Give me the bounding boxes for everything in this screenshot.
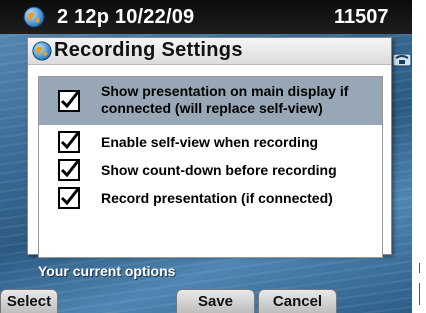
margin-tick: [419, 263, 420, 273]
phone-icon: [392, 53, 412, 67]
checkmark-icon[interactable]: [58, 90, 80, 112]
phone-screen: 2 12p 10/22/09 11507 Recording Settings: [0, 0, 412, 313]
options-list: Show presentation on main display if con…: [38, 76, 383, 258]
recording-settings-dialog: Recording Settings Show presentation on …: [27, 37, 392, 258]
option-label-line: Show presentation on main display if: [101, 83, 349, 99]
option-show-presentation[interactable]: Show presentation on main display if con…: [39, 77, 382, 125]
status-datetime: 2 12p 10/22/09: [57, 6, 195, 28]
globe-icon: [32, 41, 52, 61]
dialog-title: Recording Settings: [54, 39, 243, 61]
right-margin: [412, 0, 426, 313]
option-label: Record presentation (if connected): [101, 190, 333, 206]
option-label: Show presentation on main display if con…: [101, 83, 348, 117]
option-show-countdown[interactable]: Show count-down before recording: [39, 156, 382, 184]
option-label: Enable self-view when recording: [101, 134, 319, 150]
footer-prompt: Your current options: [38, 263, 176, 279]
checkmark-icon[interactable]: [58, 187, 80, 209]
globe-icon: [23, 6, 45, 28]
checkmark-icon[interactable]: [58, 131, 80, 153]
status-bar: 2 12p 10/22/09 11507: [0, 0, 412, 34]
option-label-line: connected (will replace self-view): [101, 100, 323, 116]
option-label: Show count-down before recording: [101, 162, 337, 178]
save-softkey[interactable]: Save: [176, 289, 255, 313]
status-extension: 11507: [334, 6, 389, 28]
margin-tick: [419, 283, 420, 305]
checkmark-icon[interactable]: [58, 159, 80, 181]
option-enable-self-view[interactable]: Enable self-view when recording: [39, 128, 382, 156]
option-record-presentation[interactable]: Record presentation (if connected): [39, 184, 382, 212]
cancel-softkey[interactable]: Cancel: [258, 289, 337, 313]
dialog-header: Recording Settings: [28, 38, 391, 65]
select-softkey[interactable]: Select: [0, 289, 58, 313]
